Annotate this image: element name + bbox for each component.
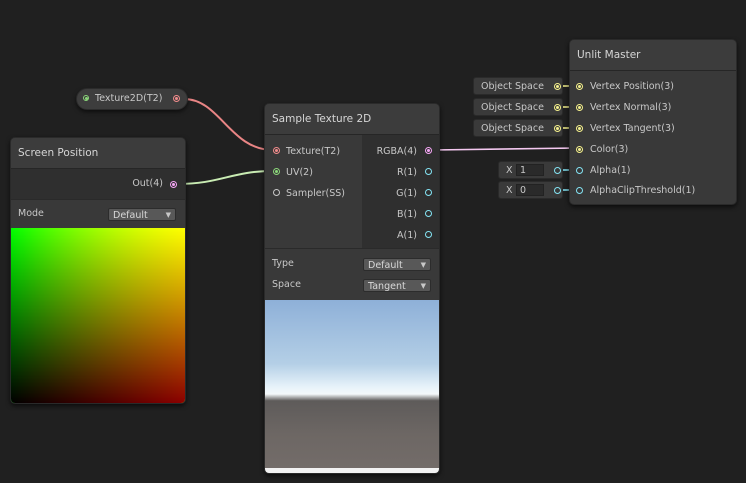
field-connector-icon [554,83,561,90]
rgba-output-port-icon[interactable] [425,147,432,154]
a-output-label: A(1) [397,230,417,241]
vertex-tangent-space-field[interactable]: Object Space [473,119,563,137]
texture-input-port-icon[interactable] [273,147,280,154]
a-output-port-icon[interactable] [425,231,432,238]
vertex-normal-port-icon[interactable] [576,104,583,111]
field-connector-icon [554,125,561,132]
space-dropdown-value: Tangent [368,281,406,292]
uv-input-port-icon[interactable] [273,168,280,175]
alpha-port-icon[interactable] [576,167,583,174]
screen-position-node[interactable]: Screen Position Out(4) Mode Default ▼ [10,137,186,404]
vertex-position-port-icon[interactable] [576,83,583,90]
texture-output-port-icon[interactable] [173,95,180,102]
chevron-down-icon: ▼ [165,211,171,219]
r-output-port-icon[interactable] [425,168,432,175]
screen-position-out-port-icon[interactable] [170,181,177,188]
unlit-master-ports: Vertex Position(3) Vertex Normal(3) Vert… [570,72,736,204]
mode-dropdown[interactable]: Default ▼ [108,208,176,221]
vertex-tangent-port-icon[interactable] [576,125,583,132]
screen-position-output-area: Out(4) [11,169,185,199]
rgba-output-label: RGBA(4) [376,146,417,157]
chevron-down-icon: ▼ [420,282,426,290]
alpha-clip-axis-label: X [506,185,513,196]
unlit-master-node[interactable]: Unlit Master Vertex Position(3) Vertex N… [569,39,737,205]
sample-texture-preview [265,300,439,468]
alpha-clip-value-text: 0 [520,185,527,196]
sample-texture-inputs: Texture(T2) UV(2) Sampler(SS) [265,135,362,248]
unlit-master-title: Unlit Master [570,40,736,71]
alpha-value-input[interactable]: 1 [516,164,544,176]
space-field-label: Object Space [481,81,544,92]
field-connector-icon [554,187,561,194]
sampler-input-port-icon[interactable] [273,189,280,196]
alpha-clip-port-icon[interactable] [576,187,583,194]
property-dot-icon [83,95,89,101]
b-output-label: B(1) [397,209,417,220]
sample-texture-outputs: RGBA(4) R(1) G(1) B(1) A(1) [362,135,439,248]
sample-texture-2d-node[interactable]: Sample Texture 2D Texture(T2) UV(2) Samp… [264,103,440,474]
screen-position-preview [11,228,185,403]
sampler-input-label: Sampler(SS) [286,188,345,199]
b-output-port-icon[interactable] [425,210,432,217]
g-output-port-icon[interactable] [425,189,432,196]
space-label: Space [272,279,301,290]
g-output-label: G(1) [396,188,417,199]
space-field-label: Object Space [481,102,544,113]
vertex-tangent-label: Vertex Tangent(3) [590,123,675,134]
preview-bottom-bar [265,468,439,473]
field-connector-icon [554,167,561,174]
vertex-position-label: Vertex Position(3) [590,81,675,92]
alpha-value-field[interactable]: X 1 [498,161,563,179]
field-connector-icon [554,104,561,111]
space-field-label: Object Space [481,123,544,134]
mode-label: Mode [18,208,44,219]
sample-texture-settings: Type Default ▼ Space Tangent ▼ [265,248,439,300]
alpha-clip-value-field[interactable]: X 0 [498,181,563,199]
chevron-down-icon: ▼ [420,261,426,269]
space-dropdown[interactable]: Tangent ▼ [363,279,431,292]
uv-input-label: UV(2) [286,167,313,178]
mode-dropdown-value: Default [113,210,148,221]
vertex-normal-label: Vertex Normal(3) [590,102,672,113]
color-port-icon[interactable] [576,146,583,153]
vertex-normal-space-field[interactable]: Object Space [473,98,563,116]
texture2d-property-node[interactable]: Texture2D(T2) [76,88,188,110]
type-label: Type [272,258,294,269]
wire-texture-to-sample[interactable] [183,98,274,151]
texture-input-label: Texture(T2) [286,146,341,157]
wire-screenpos-to-uv[interactable] [177,170,274,185]
alpha-value-text: 1 [520,165,527,176]
alpha-axis-label: X [506,165,513,176]
screen-position-out-label: Out(4) [132,178,163,189]
wire-rgba-to-color[interactable] [432,147,578,151]
color-label: Color(3) [590,144,629,155]
alpha-clip-value-input[interactable]: 0 [516,184,544,196]
texture2d-property-label: Texture2D(T2) [95,93,163,104]
alpha-label: Alpha(1) [590,165,631,176]
alpha-clip-label: AlphaClipThreshold(1) [590,185,696,196]
sample-texture-title: Sample Texture 2D [265,104,439,135]
type-dropdown[interactable]: Default ▼ [363,258,431,271]
type-dropdown-value: Default [368,260,403,271]
screen-position-settings: Mode Default ▼ [11,199,185,228]
r-output-label: R(1) [396,167,417,178]
vertex-position-space-field[interactable]: Object Space [473,77,563,95]
screen-position-title: Screen Position [11,138,185,169]
